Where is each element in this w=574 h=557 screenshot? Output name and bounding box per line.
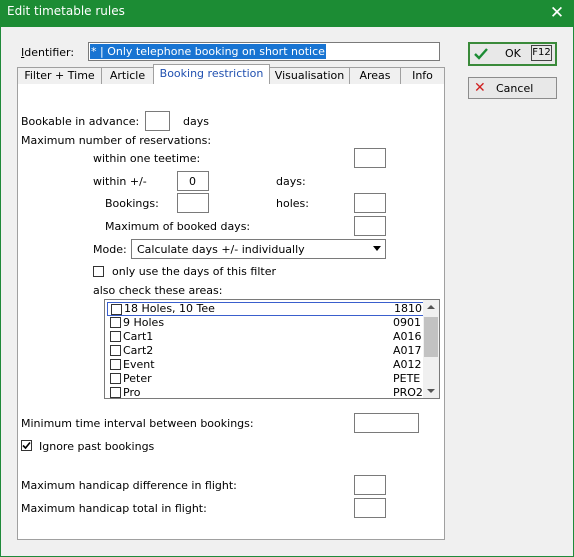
area-code: PRO2 bbox=[393, 386, 423, 399]
bookings-label: Bookings: bbox=[105, 197, 159, 210]
only-days-label: only use the days of this filter bbox=[112, 265, 276, 278]
max-hcp-total-input[interactable] bbox=[354, 498, 386, 518]
list-item[interactable]: Pro PRO2 bbox=[107, 386, 425, 399]
tab-areas[interactable]: Areas bbox=[349, 67, 401, 84]
area-code: A012 bbox=[393, 358, 422, 371]
window-title: Edit timetable rules bbox=[7, 4, 125, 18]
within-pm-label: within +/- bbox=[93, 175, 147, 188]
bookable-days-unit: days bbox=[183, 115, 209, 128]
max-hcp-total-label: Maximum handicap total in flight: bbox=[21, 502, 207, 515]
tab-article[interactable]: Article bbox=[101, 67, 154, 84]
cancel-button[interactable]: ✕ Cancel bbox=[468, 77, 557, 99]
area-name: Event bbox=[123, 358, 155, 371]
area-name: Pro bbox=[123, 386, 141, 399]
chevron-down-icon[interactable] bbox=[373, 246, 381, 251]
areas-list[interactable]: 18 Holes, 10 Tee 1810 9 Holes 0901 Cart1… bbox=[104, 299, 440, 399]
cancel-label: Cancel bbox=[496, 82, 534, 95]
close-icon: ✕ bbox=[474, 80, 486, 96]
max-booked-days-label: Maximum of booked days: bbox=[105, 220, 251, 233]
min-interval-label: Minimum time interval between bookings: bbox=[21, 417, 254, 430]
max-hcp-diff-label: Maximum handicap difference in flight: bbox=[21, 479, 237, 492]
bookings-input[interactable] bbox=[177, 193, 209, 213]
check-icon bbox=[474, 48, 488, 60]
list-item[interactable]: 9 Holes 0901 bbox=[107, 316, 425, 330]
tab-filter-time[interactable]: Filter + Time bbox=[17, 67, 102, 84]
scroll-up-icon[interactable] bbox=[427, 305, 435, 309]
identifier-label-rest: dentifier: bbox=[24, 46, 75, 59]
area-code: A017 bbox=[393, 344, 422, 357]
holes-input[interactable] bbox=[354, 193, 386, 213]
identifier-field[interactable]: * | Only telephone booking on short noti… bbox=[88, 42, 440, 61]
scroll-down-icon[interactable] bbox=[427, 389, 435, 393]
min-interval-input[interactable] bbox=[354, 413, 419, 433]
checkmark-icon bbox=[22, 441, 31, 450]
area-code: PETE bbox=[393, 372, 421, 385]
within-teetime-input[interactable] bbox=[354, 148, 386, 168]
area-code: 0901 bbox=[393, 316, 421, 329]
area-code: A016 bbox=[393, 330, 422, 343]
only-days-checkbox[interactable] bbox=[93, 266, 104, 277]
list-item[interactable]: Cart1 A016 bbox=[107, 330, 425, 344]
identifier-value: * | Only telephone booking on short noti… bbox=[90, 44, 326, 59]
within-pm-unit: days: bbox=[276, 175, 306, 188]
ok-shortcut: F12 bbox=[531, 45, 552, 61]
tab-visualisation[interactable]: Visualisation bbox=[269, 67, 350, 84]
bookable-label: Bookable in advance: bbox=[21, 115, 140, 128]
area-checkbox[interactable] bbox=[110, 373, 121, 384]
within-pm-input[interactable]: 0 bbox=[177, 171, 209, 191]
area-name: 18 Holes, 10 Tee bbox=[124, 302, 215, 315]
area-name: Peter bbox=[123, 372, 152, 385]
max-hcp-diff-input[interactable] bbox=[354, 475, 386, 495]
area-checkbox[interactable] bbox=[110, 331, 121, 342]
list-item[interactable]: Cart2 A017 bbox=[107, 344, 425, 358]
list-item[interactable]: 18 Holes, 10 Tee 1810 bbox=[107, 302, 425, 316]
scrollbar-thumb[interactable] bbox=[424, 317, 438, 357]
holes-label: holes: bbox=[276, 197, 309, 210]
ok-label: OK bbox=[505, 47, 521, 60]
ok-button[interactable]: OK F12 bbox=[468, 42, 557, 66]
area-checkbox[interactable] bbox=[110, 345, 121, 356]
max-reservations-label: Maximum number of reservations: bbox=[21, 134, 212, 147]
close-button[interactable]: ✕ bbox=[540, 0, 574, 27]
tab-booking-restriction[interactable]: Booking restriction bbox=[153, 64, 270, 84]
max-booked-days-input[interactable] bbox=[354, 216, 386, 236]
list-item[interactable]: Event A012 bbox=[107, 358, 425, 372]
area-checkbox[interactable] bbox=[110, 317, 121, 328]
ignore-past-label: Ignore past bookings bbox=[39, 440, 155, 453]
mode-select[interactable]: Calculate days +/- individually bbox=[131, 239, 386, 259]
area-name: Cart1 bbox=[123, 330, 154, 343]
ignore-past-checkbox[interactable] bbox=[21, 440, 32, 451]
area-checkbox[interactable] bbox=[110, 359, 121, 370]
mode-value: Calculate days +/- individually bbox=[137, 243, 305, 256]
identifier-label: Identifier: bbox=[21, 46, 75, 59]
bookable-days-input[interactable] bbox=[145, 111, 170, 131]
tab-info[interactable]: Info bbox=[400, 67, 445, 84]
area-checkbox[interactable] bbox=[111, 304, 122, 315]
also-check-label: also check these areas: bbox=[93, 284, 223, 297]
area-name: 9 Holes bbox=[123, 316, 165, 329]
mode-label: Mode: bbox=[93, 243, 127, 256]
area-name: Cart2 bbox=[123, 344, 154, 357]
list-item[interactable]: Peter PETE bbox=[107, 372, 425, 386]
within-teetime-label: within one teetime: bbox=[93, 152, 201, 165]
area-checkbox[interactable] bbox=[110, 387, 121, 398]
area-code: 1810 bbox=[394, 302, 422, 315]
